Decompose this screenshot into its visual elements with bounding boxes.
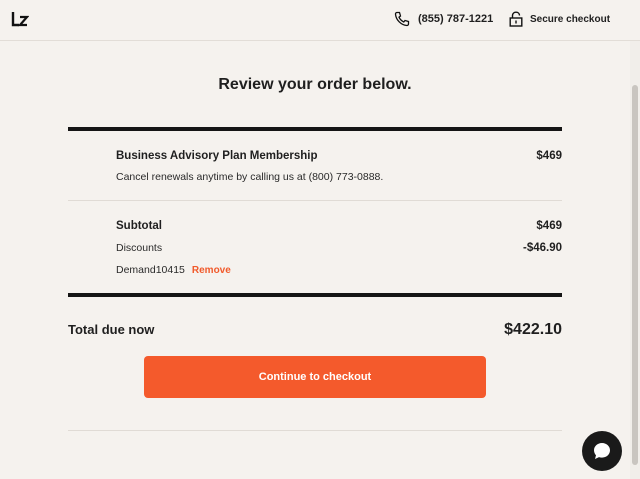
divider-bottom [68,293,562,297]
subtotal-row: Subtotal $469 [116,220,562,232]
order-item-row: Business Advisory Plan Membership $469 [116,150,562,162]
phone-link[interactable]: (855) 787-1221 [394,11,493,27]
promo-row: Demand10415 Remove [116,264,562,276]
subtotal-value: $469 [536,220,562,232]
promo-code: Demand10415 [116,264,185,276]
phone-icon [394,11,410,27]
discounts-label: Discounts [116,242,163,254]
page-title: Review your order below. [218,76,412,93]
scrollbar[interactable] [630,41,640,479]
secure-checkout-label: Secure checkout [530,13,611,25]
discounts-value: -$46.90 [522,242,562,254]
divider-middle [68,200,562,201]
continue-to-checkout-button[interactable]: Continue to checkout [144,356,486,398]
discounts-row: Discounts -$46.90 [116,242,562,254]
lz-logo-icon[interactable] [11,10,29,28]
subtotal-label: Subtotal [116,220,162,232]
order-item-note-row: Cancel renewals anytime by calling us at… [116,171,562,183]
header: (855) 787-1221 Secure checkout [0,0,640,41]
secure-checkout-badge: Secure checkout [509,11,610,27]
total-value: $422.10 [504,321,562,338]
chat-icon [594,443,610,459]
order-item-name: Business Advisory Plan Membership [116,150,318,162]
scrollbar-thumb[interactable] [632,85,638,465]
remove-promo-link[interactable]: Remove [192,265,231,276]
phone-number[interactable]: (855) 787-1221 [418,13,493,25]
order-item-note: Cancel renewals anytime by calling us at… [116,171,384,183]
divider-top [68,127,562,131]
chat-button[interactable] [582,431,622,471]
divider-footer [68,430,562,431]
total-label: Total due now [68,322,155,337]
order-item-price: $469 [536,150,562,162]
lock-icon [509,11,523,27]
